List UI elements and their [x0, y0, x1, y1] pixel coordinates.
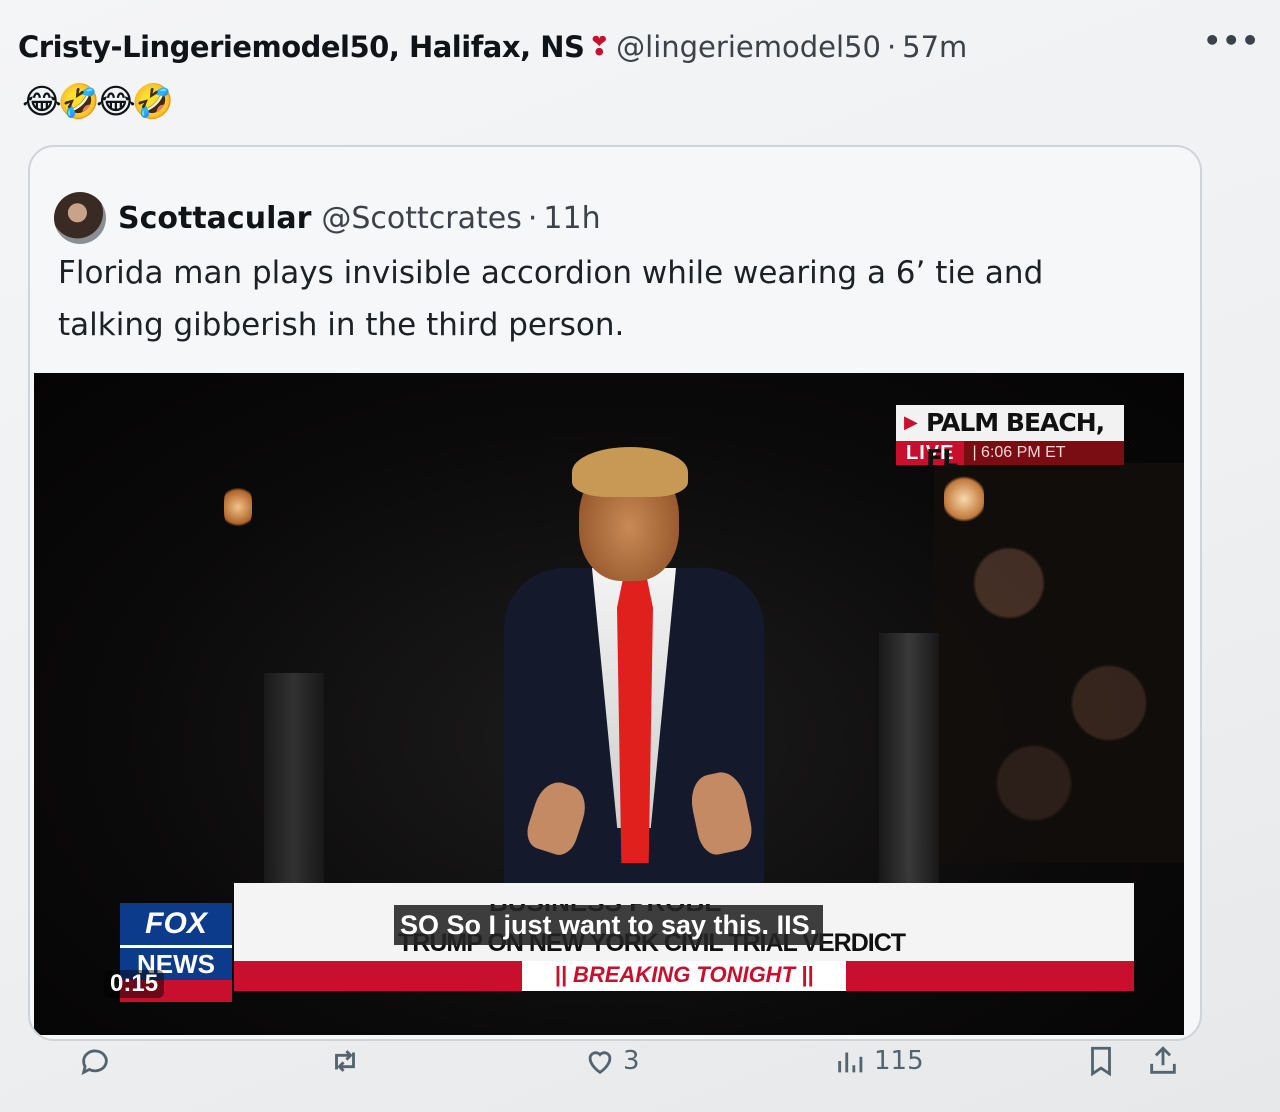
background-door [264, 673, 324, 903]
more-options-icon[interactable]: ••• [1203, 24, 1260, 57]
background-lamp [224, 483, 252, 531]
share-icon [1150, 1046, 1176, 1074]
author-name[interactable]: Cristy-Lingeriemodel50, Halifax, NS [18, 30, 585, 64]
background-lamp [944, 473, 984, 525]
retweet-button[interactable] [328, 1044, 362, 1078]
quoted-author-handle[interactable]: @Scottcrates [321, 201, 521, 236]
play-arrow-icon: ▶ [904, 412, 918, 433]
author-handle[interactable]: @lingeriemodel50 [616, 30, 881, 64]
quoted-post-time[interactable]: 11h [543, 201, 600, 236]
quoted-post-text: Florida man plays invisible accordion wh… [58, 255, 1044, 343]
post-header: Cristy-Lingeriemodel50, Halifax, NS ❣ @l… [18, 22, 1260, 72]
separator-dot: · [886, 30, 897, 64]
retweet-icon [335, 1050, 355, 1072]
quoted-author-name[interactable]: Scottacular [118, 201, 311, 236]
heart-icon [588, 1051, 612, 1075]
separator-dot: · [527, 200, 538, 236]
action-bar: 3 115 [78, 1040, 1188, 1090]
reply-icon [81, 1049, 108, 1075]
background-door [879, 633, 939, 893]
like-count: 3 [623, 1046, 640, 1076]
share-button[interactable] [1146, 1044, 1180, 1078]
bookmark-button[interactable] [1084, 1044, 1118, 1078]
bookmark-icon [1091, 1046, 1111, 1077]
heart-exclamation-emoji: ❣ [588, 32, 611, 62]
video-player[interactable]: ▶ PALM BEACH, FL LIVE | 6:06 PM ET BUSIN… [34, 373, 1184, 1035]
views-button[interactable]: 115 [834, 1044, 924, 1078]
reply-button[interactable] [78, 1044, 112, 1078]
quoted-post-card[interactable]: Scottacular @Scottcrates · 11h Florida m… [28, 145, 1202, 1041]
avatar[interactable] [54, 192, 106, 244]
speaker-figure [484, 443, 784, 918]
breaking-text: || BREAKING TONIGHT || [554, 962, 814, 987]
quoted-post-header: Scottacular @Scottcrates · 11h [54, 191, 601, 245]
post-time[interactable]: 57m [902, 30, 967, 64]
like-button[interactable]: 3 [583, 1044, 640, 1078]
video-duration: 0:15 [104, 970, 165, 998]
location-label-box: ▶ PALM BEACH, FL [896, 405, 1124, 473]
closed-caption: SO So I just want to say this. IIS. [394, 905, 824, 945]
hair [572, 447, 688, 497]
views-count: 115 [874, 1046, 924, 1076]
location-tag: ▶ PALM BEACH, FL LIVE | 6:06 PM ET [896, 405, 1124, 473]
live-time: | 6:06 PM ET [964, 441, 1124, 465]
views-icon [838, 1052, 863, 1073]
post-text: 😂🤣😂🤣 [22, 82, 174, 122]
breaking-bar: || BREAKING TONIGHT || [234, 961, 1134, 991]
logo-top-text: FOX [120, 903, 232, 945]
red-tie [617, 573, 653, 863]
